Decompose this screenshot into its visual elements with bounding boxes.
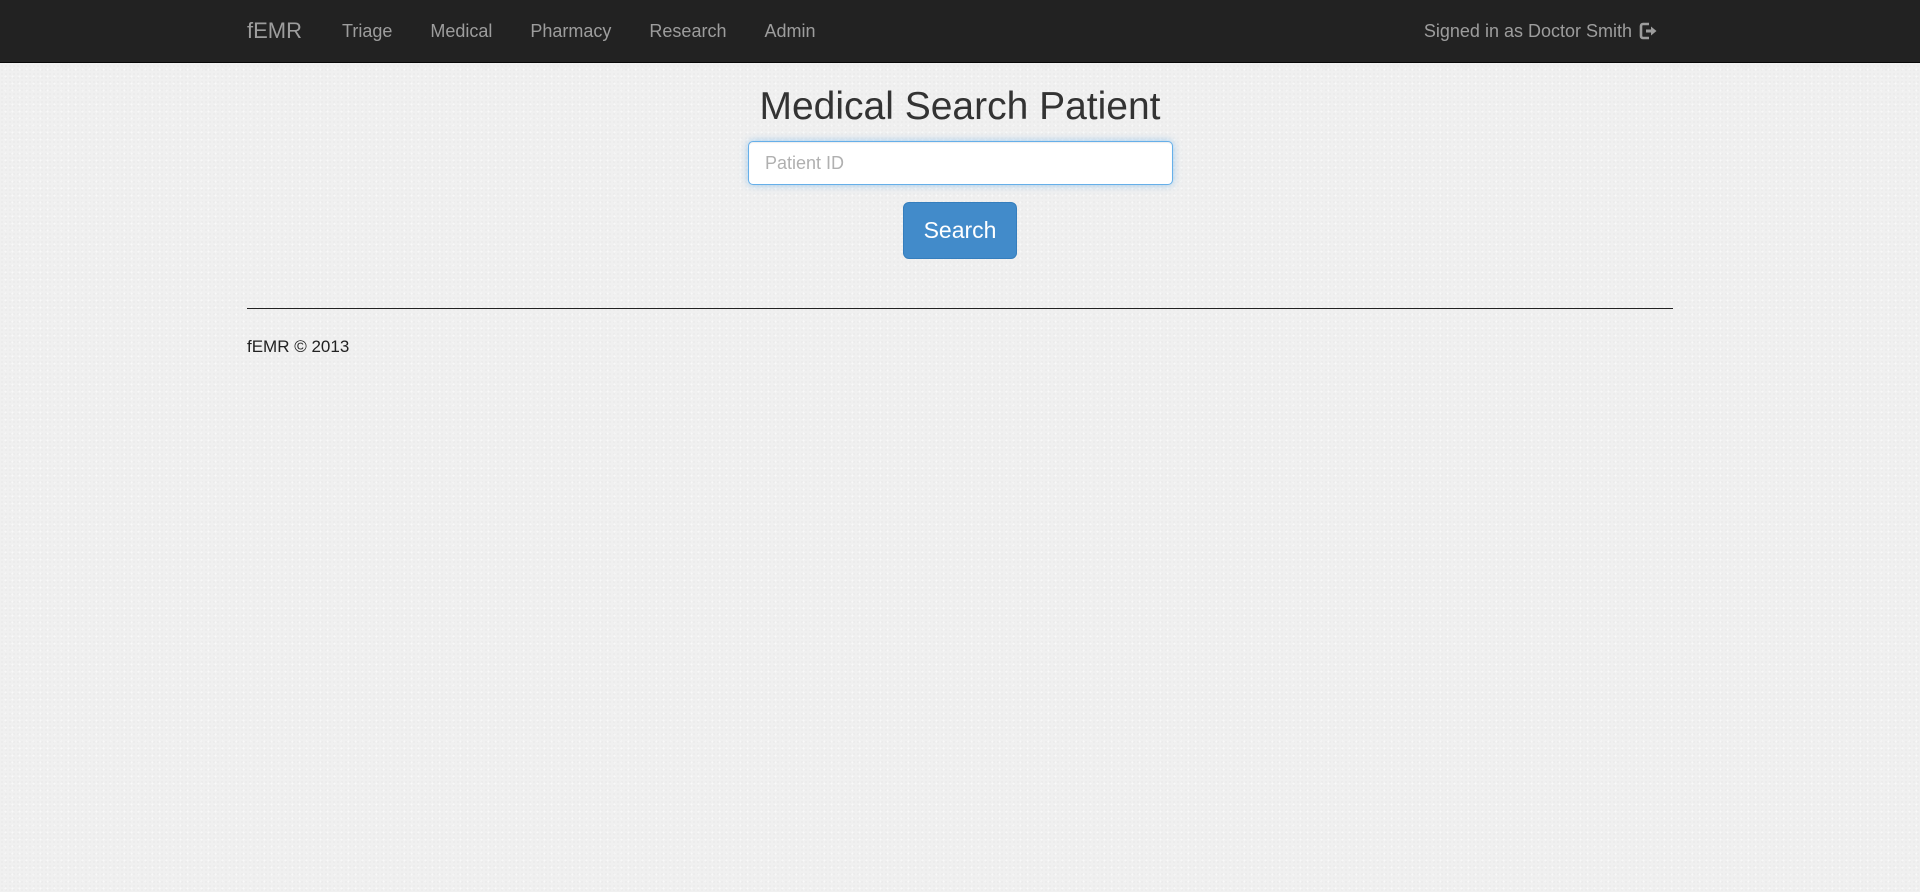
nav-item-research: Research	[630, 0, 745, 62]
user-status: Signed in as Doctor Smith	[1424, 0, 1658, 62]
search-button[interactable]: Search	[903, 202, 1017, 259]
nav-link-pharmacy[interactable]: Pharmacy	[511, 0, 630, 62]
nav-link-admin[interactable]: Admin	[745, 0, 834, 62]
main-nav: Triage Medical Pharmacy Research Admin	[323, 0, 835, 62]
page-title: Medical Search Patient	[759, 85, 1161, 128]
nav-item-triage: Triage	[323, 0, 411, 62]
nav-link-triage[interactable]: Triage	[323, 0, 411, 62]
nav-link-research[interactable]: Research	[630, 0, 745, 62]
patient-id-input[interactable]	[748, 141, 1173, 185]
sign-out-icon[interactable]	[1638, 21, 1658, 41]
footer-text: fEMR © 2013	[247, 337, 350, 356]
nav-link-medical[interactable]: Medical	[411, 0, 511, 62]
brand-link[interactable]: fEMR	[247, 19, 302, 43]
nav-item-admin: Admin	[745, 0, 834, 62]
nav-item-medical: Medical	[411, 0, 511, 62]
signed-in-label: Signed in as Doctor Smith	[1423, 20, 1632, 41]
footer-divider	[247, 308, 1673, 309]
top-navbar: fEMR Triage Medical Pharmacy Research Ad…	[0, 0, 1920, 63]
nav-item-pharmacy: Pharmacy	[511, 0, 630, 62]
